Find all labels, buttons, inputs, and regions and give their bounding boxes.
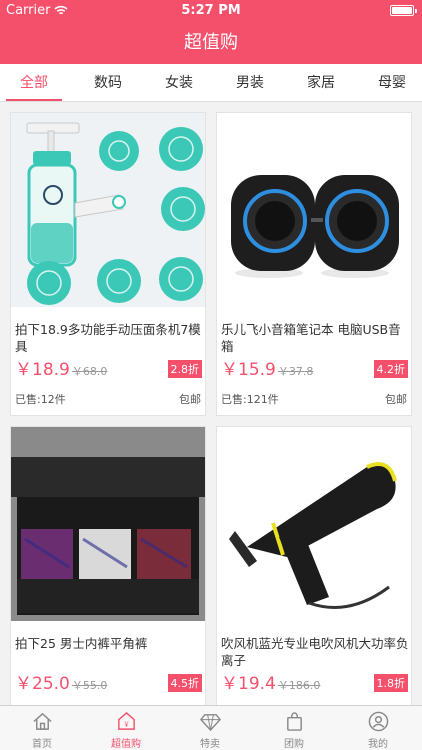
- discount-badge: 1.8折: [373, 674, 408, 692]
- tabbar-label: 超值购: [111, 739, 141, 750]
- tab-baby[interactable]: 母婴: [364, 64, 420, 102]
- tabbar-deals[interactable]: ￥ 超值购: [84, 706, 168, 750]
- svg-text:￥: ￥: [123, 720, 130, 728]
- shipping-label: 包邮: [179, 393, 201, 406]
- tabbar-label: 我的: [368, 739, 388, 750]
- product-card[interactable]: 乐儿飞小音箱笔记本 电脑USB音箱 ￥15.9 ￥37.8 4.2折 已售:121…: [216, 112, 412, 416]
- product-price: ￥19.4 ￥186.0: [221, 669, 320, 694]
- sold-count: 已售:12件: [15, 393, 66, 406]
- product-image: [11, 427, 205, 621]
- product-image: [217, 113, 411, 307]
- category-tabs: 全部 数码 女装 男装 家居 母婴: [0, 64, 422, 102]
- current-price: ￥25.0: [15, 674, 70, 694]
- tabbar-profile[interactable]: 我的: [336, 706, 420, 750]
- shipping-label: 包邮: [385, 393, 407, 406]
- product-card[interactable]: 拍下18.9多功能手动压面条机7模具 ￥18.9 ￥68.0 2.8折 已售:12…: [10, 112, 206, 416]
- battery-icon: [390, 5, 417, 16]
- product-title: 拍下25 男士内裤平角裤: [15, 636, 148, 651]
- original-price: ￥68.0: [71, 365, 108, 378]
- original-price: ￥37.8: [277, 365, 314, 378]
- noodle-press-icon: [11, 113, 205, 307]
- product-grid: 拍下18.9多功能手动压面条机7模具 ￥18.9 ￥68.0 2.8折 已售:12…: [0, 102, 422, 706]
- product-title: 乐儿飞小音箱笔记本 电脑USB音箱: [221, 322, 401, 354]
- current-price: ￥15.9: [221, 360, 276, 380]
- product-image: [217, 427, 411, 621]
- underwear-icon: [11, 427, 205, 621]
- current-price: ￥19.4: [221, 674, 276, 694]
- product-card[interactable]: 拍下25 男士内裤平角裤 ￥25.0 ￥55.0 4.5折: [10, 426, 206, 706]
- product-price: ￥25.0 ￥55.0: [15, 669, 107, 694]
- bottom-tab-bar: 首页 ￥ 超值购 特卖 团购 我的: [0, 705, 422, 750]
- current-price: ￥18.9: [15, 360, 70, 380]
- tab-home[interactable]: 家居: [293, 64, 349, 102]
- user-icon: [368, 711, 389, 732]
- tab-digital[interactable]: 数码: [80, 64, 136, 102]
- home-icon: [33, 712, 52, 730]
- tabbar-home[interactable]: 首页: [0, 706, 84, 750]
- speaker-icon: [217, 113, 411, 307]
- tabbar-label: 团购: [284, 739, 304, 750]
- discount-badge: 2.8折: [167, 360, 202, 378]
- product-title: 吹风机蓝光专业电吹风机大功率负离子: [221, 636, 409, 668]
- tabbar-group[interactable]: 团购: [252, 706, 336, 750]
- sold-count: 已售:121件: [221, 393, 279, 406]
- deal-tag-icon: ￥: [118, 711, 135, 730]
- tabbar-label: 特卖: [200, 739, 220, 750]
- active-tab-indicator: [6, 99, 62, 101]
- status-bar: Carrier 5:27 PM: [0, 0, 422, 22]
- product-image: [11, 113, 205, 307]
- product-card[interactable]: 吹风机蓝光专业电吹风机大功率负离子 ￥19.4 ￥186.0 1.8折: [216, 426, 412, 706]
- discount-badge: 4.2折: [373, 360, 408, 378]
- bag-icon: [287, 712, 302, 731]
- product-price: ￥15.9 ￥37.8: [221, 355, 313, 380]
- original-price: ￥55.0: [71, 679, 108, 692]
- product-title: 拍下18.9多功能手动压面条机7模具: [15, 322, 201, 354]
- product-price: ￥18.9 ￥68.0: [15, 355, 107, 380]
- hairdryer-icon: [217, 427, 411, 621]
- diamond-icon: [200, 714, 221, 732]
- discount-badge: 4.5折: [167, 674, 202, 692]
- tab-mens[interactable]: 男装: [222, 64, 278, 102]
- original-price: ￥186.0: [277, 679, 321, 692]
- tab-womens[interactable]: 女装: [151, 64, 207, 102]
- tab-all[interactable]: 全部: [6, 64, 62, 102]
- tabbar-label: 首页: [32, 739, 52, 750]
- tabbar-sale[interactable]: 特卖: [168, 706, 252, 750]
- page-title: 超值购: [184, 32, 238, 53]
- status-time: 5:27 PM: [181, 3, 241, 18]
- header-bar: Carrier 5:27 PM 超值购: [0, 0, 422, 64]
